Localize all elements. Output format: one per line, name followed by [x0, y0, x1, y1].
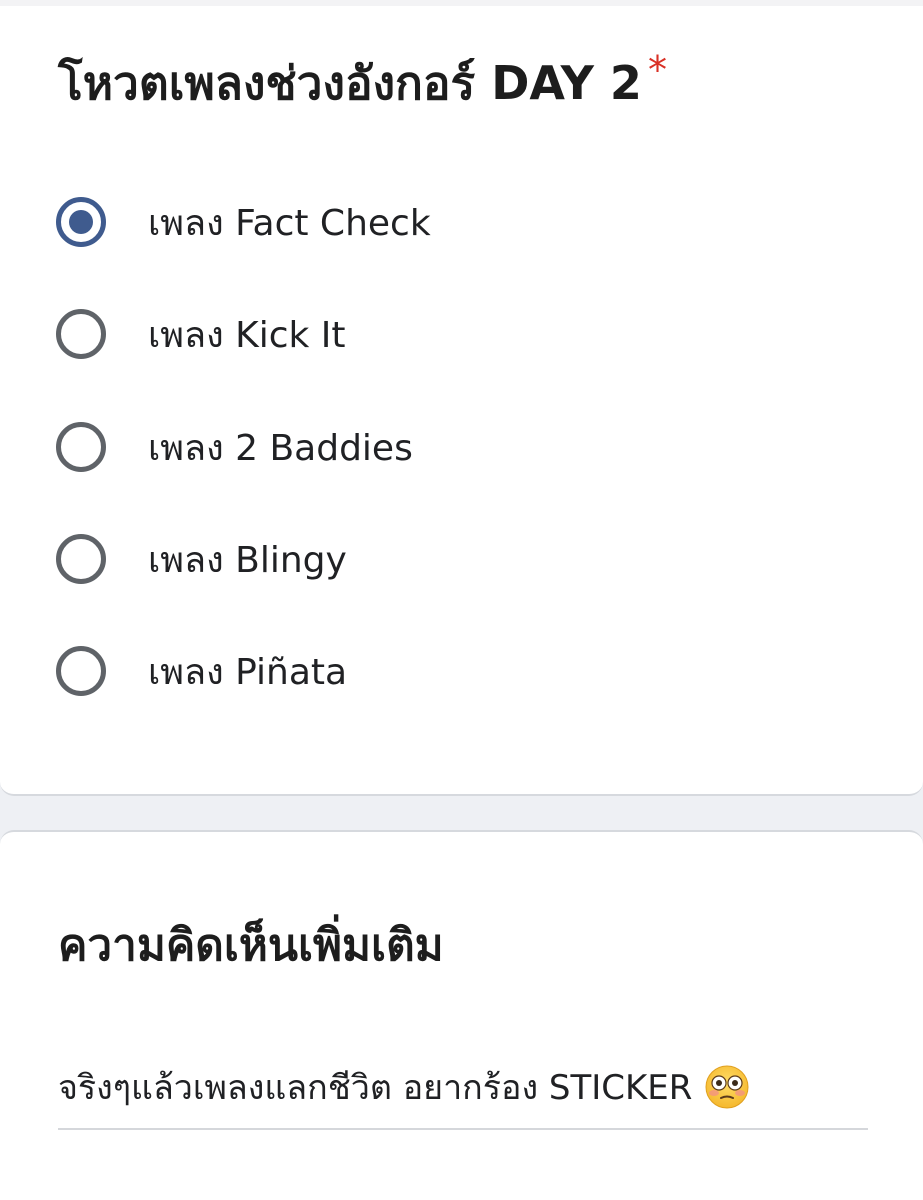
option-fact-check[interactable]: เพลง Fact Check	[56, 192, 431, 252]
comment-card	[0, 830, 923, 1200]
option-pinata[interactable]: เพลง Piñata	[56, 641, 347, 701]
question-title-text: โหวตเพลงช่วงอังกอร์ DAY 2	[58, 56, 642, 110]
radio-button[interactable]	[56, 309, 106, 359]
option-label: เพลง Fact Check	[148, 202, 431, 244]
comment-section-title: ความคิดเห็นเพิ่มเติม	[58, 920, 444, 971]
option-label: เพลง Kick It	[148, 314, 346, 356]
radio-selected-dot	[69, 210, 93, 234]
option-label: เพลง Piñata	[148, 651, 348, 693]
flushed-face-icon	[705, 1065, 749, 1109]
option-label: เพลง 2 Baddies	[148, 427, 413, 469]
radio-button-checked[interactable]	[56, 197, 106, 247]
option-2-baddies[interactable]: เพลง 2 Baddies	[56, 417, 413, 477]
comment-answer-text: จริงๆแล้วเพลงแลกชีวิต อยากร้อง STICKER	[58, 1068, 693, 1108]
option-label: เพลง Blingy	[148, 539, 347, 581]
form-page: โหวตเพลงช่วงอังกอร์ DAY 2 * เพลง Fact Che…	[0, 0, 923, 1200]
question-card: โหวตเพลงช่วงอังกอร์ DAY 2 * เพลง Fact Che…	[0, 0, 923, 796]
required-asterisk: *	[647, 48, 667, 92]
radio-button[interactable]	[56, 422, 106, 472]
option-kick-it[interactable]: เพลง Kick It	[56, 304, 346, 364]
radio-button[interactable]	[56, 534, 106, 584]
question-title: โหวตเพลงช่วงอังกอร์ DAY 2 *	[58, 48, 667, 119]
radio-button[interactable]	[56, 646, 106, 696]
comment-answer-field[interactable]: จริงๆแล้วเพลงแลกชีวิต อยากร้อง STICKER	[58, 1060, 868, 1114]
option-blingy[interactable]: เพลง Blingy	[56, 529, 347, 589]
answer-underline	[58, 1128, 868, 1130]
top-strip	[0, 0, 923, 6]
